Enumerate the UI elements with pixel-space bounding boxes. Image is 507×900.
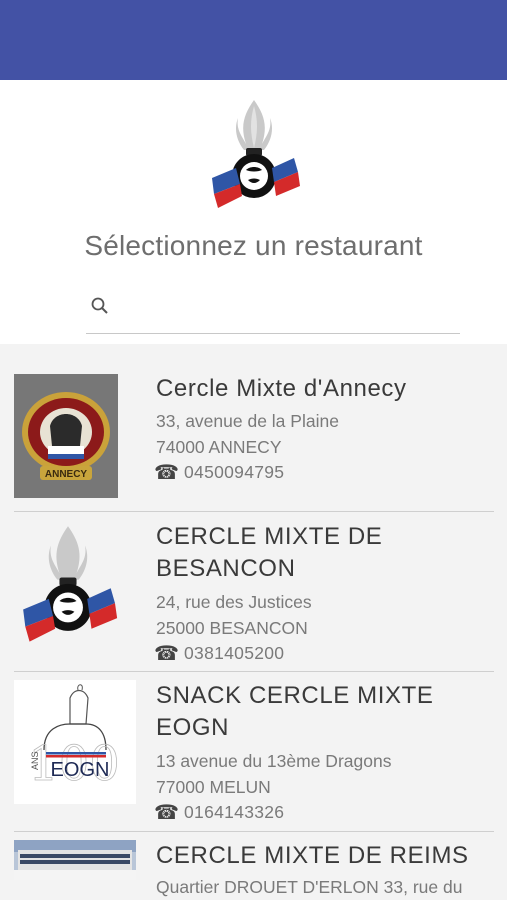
restaurant-phone: 0381405200	[184, 643, 285, 663]
eogn-logo-thumbnail: 100 ANS EOGN	[14, 680, 136, 804]
restaurant-name: CERCLE MIXTE DE BESANCON	[156, 523, 383, 582]
search-icon	[91, 297, 108, 314]
restaurant-address: Quartier DROUET D'ERLON 33, rue du	[156, 877, 463, 897]
restaurant-address: 24, rue des Justices	[156, 592, 312, 612]
phone-row: ☎ 0450094795	[154, 460, 284, 486]
eogn-small-text: ANS	[30, 751, 40, 770]
reims-building-thumbnail	[14, 840, 136, 880]
phone-row: ☎ 0164143326	[154, 800, 284, 826]
restaurant-city: 74000 ANNECY	[156, 437, 282, 457]
phone-icon: ☎	[154, 643, 179, 665]
search-bar[interactable]	[86, 286, 460, 334]
restaurant-address: 33, avenue de la Plaine	[156, 411, 339, 431]
phone-icon: ☎	[154, 462, 179, 484]
restaurant-city: 25000 BESANCON	[156, 618, 308, 638]
restaurant-phone: 0164143326	[184, 802, 285, 822]
list-item[interactable]: CERCLE MIXTE DE REIMS Quartier DROUET D'…	[14, 832, 494, 900]
restaurant-name: CERCLE MIXTE DE REIMS	[156, 842, 469, 869]
gendarmerie-logo	[212, 100, 300, 208]
list-item[interactable]: ANNECY Cercle Mixte d'Annecy 33, avenue …	[14, 344, 494, 512]
list-item[interactable]: CERCLE MIXTE DE BESANCON 24, rue des Jus…	[14, 512, 494, 672]
list-item[interactable]: 100 ANS EOGN SNACK CERCLE MIXTE EOGN 13 …	[14, 672, 494, 832]
header: Sélectionnez un restaurant	[0, 80, 507, 344]
restaurant-list: ANNECY Cercle Mixte d'Annecy 33, avenue …	[0, 344, 507, 900]
gendarmerie-logo-thumbnail	[14, 522, 122, 648]
app-bar	[0, 0, 507, 80]
restaurant-name: SNACK CERCLE MIXTE EOGN	[156, 682, 434, 741]
restaurant-name: Cercle Mixte d'Annecy	[156, 375, 407, 402]
page-title: Sélectionnez un restaurant	[84, 230, 423, 261]
phone-icon: ☎	[154, 802, 179, 824]
phone-row: ☎ 0381405200	[154, 641, 284, 667]
restaurant-address: 13 avenue du 13ème Dragons	[156, 751, 392, 771]
restaurant-phone: 0450094795	[184, 462, 285, 482]
annecy-badge-thumbnail: ANNECY	[14, 374, 118, 498]
eogn-text: EOGN	[51, 759, 110, 781]
annecy-badge-text: ANNECY	[45, 469, 88, 480]
search-input[interactable]	[120, 292, 450, 324]
restaurant-city: 77000 MELUN	[156, 777, 271, 797]
